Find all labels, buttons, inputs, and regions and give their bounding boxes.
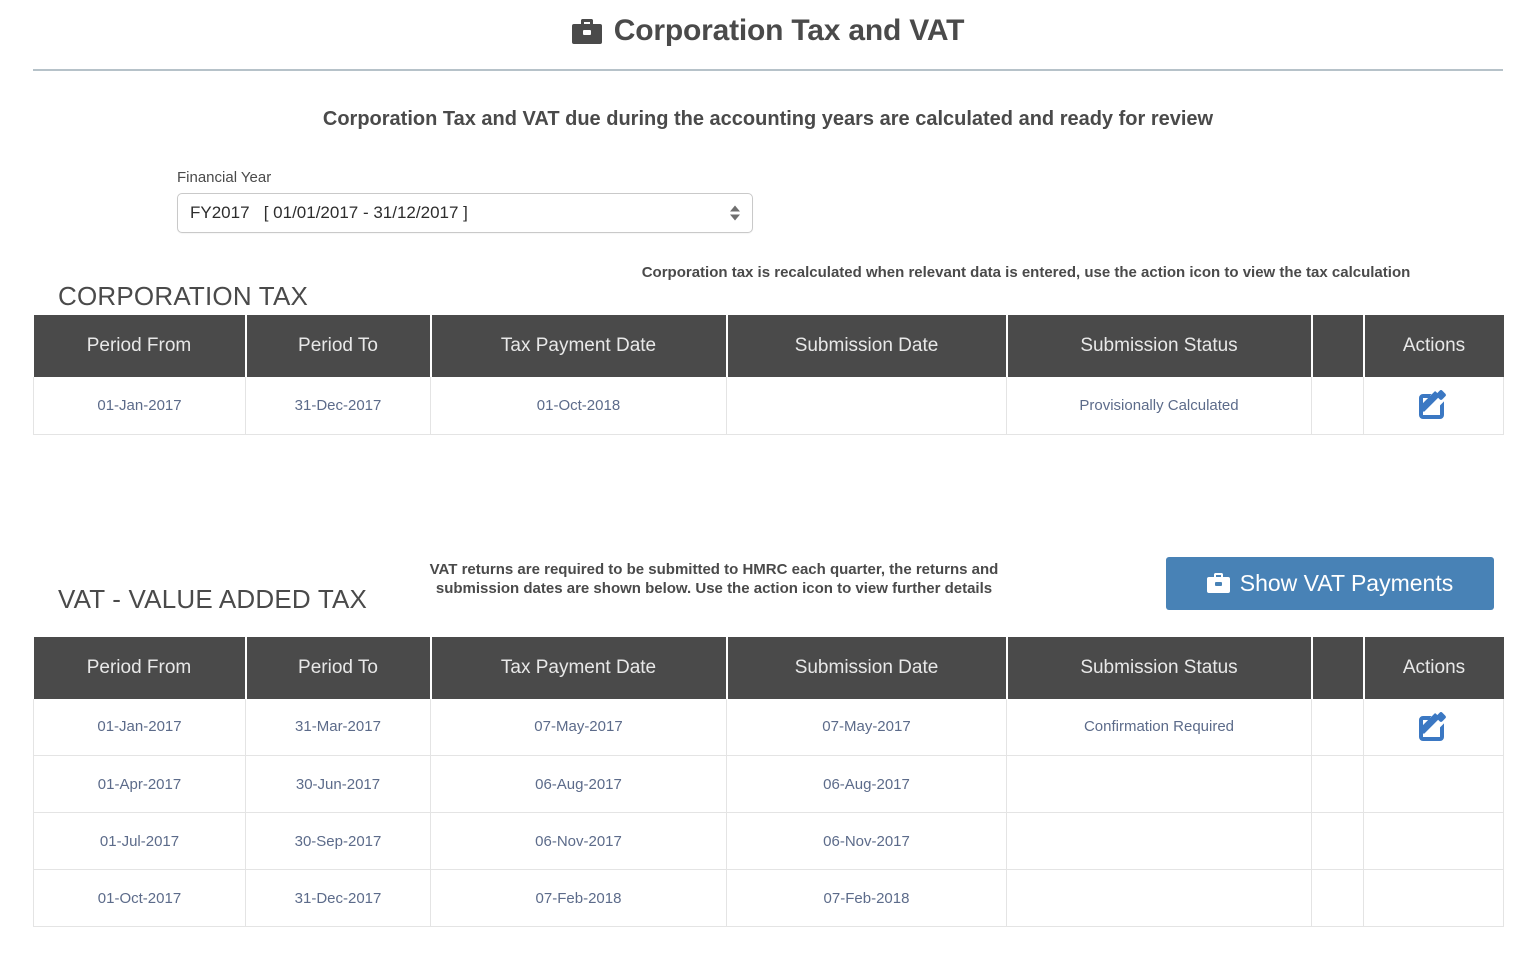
cell-submission-date: 06-Aug-2017 [726,755,1007,813]
cell-period-from: 01-Apr-2017 [33,755,246,813]
col-header-actions: Actions [1363,315,1504,377]
cell-spacer [1311,812,1364,870]
corporation-tax-title: CORPORATION TAX [58,281,309,311]
cell-submission-date: 06-Nov-2017 [726,812,1007,870]
page-title-text: Corporation Tax and VAT [613,14,965,47]
cell-actions [1363,869,1504,927]
cell-actions [1363,698,1504,756]
cell-period-to: 31-Dec-2017 [245,377,431,435]
cell-submission-status [1006,755,1312,813]
table-row: 01-Jan-2017 31-Dec-2017 01-Oct-2018 Prov… [33,377,1504,435]
edit-icon[interactable] [1418,709,1448,741]
stepper-arrows-icon[interactable] [730,205,740,221]
table-row: 01-Oct-2017 31-Dec-2017 07-Feb-2018 07-F… [33,869,1504,927]
cell-period-from: 01-Jan-2017 [33,698,246,756]
cell-spacer [1311,869,1364,927]
cell-tax-payment-date: 01-Oct-2018 [430,377,727,435]
cell-submission-status [1006,869,1312,927]
cell-submission-status: Provisionally Calculated [1006,377,1312,435]
financial-year-label: Financial Year [177,169,272,186]
cell-submission-date: 07-Feb-2018 [726,869,1007,927]
table-header-row: Period From Period To Tax Payment Date S… [33,315,1504,377]
show-vat-payments-label: Show VAT Payments [1239,569,1454,596]
cell-submission-date [726,377,1007,435]
col-header-spacer [1311,315,1365,377]
briefcase-icon [1206,573,1230,593]
cell-tax-payment-date: 07-May-2017 [430,698,727,756]
cell-actions [1363,755,1504,813]
financial-year-value: FY2017 [ 01/01/2017 - 31/12/2017 ] [190,203,468,222]
financial-year-block: Financial Year FY2017 [ 01/01/2017 - 31/… [177,169,753,233]
col-header-spacer [1311,636,1365,699]
cell-actions [1363,812,1504,870]
header-divider [33,69,1503,71]
show-vat-payments-button[interactable]: Show VAT Payments [1166,556,1494,610]
corporation-tax-note: Corporation tax is recalculated when rel… [641,264,1411,281]
cell-submission-status: Confirmation Required [1006,698,1312,756]
cell-tax-payment-date: 06-Nov-2017 [430,812,727,870]
cell-period-to: 31-Mar-2017 [245,698,431,756]
col-header-period-to: Period To [245,315,432,377]
cell-period-to: 30-Jun-2017 [245,755,431,813]
col-header-submission-status: Submission Status [1006,315,1313,377]
col-header-submission-date: Submission Date [726,315,1008,377]
edit-icon[interactable] [1418,387,1448,420]
cell-period-from: 01-Oct-2017 [33,869,246,927]
cell-actions [1363,377,1504,435]
cell-period-to: 31-Dec-2017 [245,869,431,927]
cell-spacer [1311,377,1364,435]
vat-header: VAT - VALUE ADDED TAX VAT returns are re… [33,527,1503,637]
vat-note: VAT returns are required to be submitted… [429,560,999,598]
col-header-submission-date: Submission Date [726,636,1008,699]
col-header-tax-payment-date: Tax Payment Date [430,315,728,377]
corporation-tax-table: Period From Period To Tax Payment Date S… [33,315,1504,435]
cell-tax-payment-date: 06-Aug-2017 [430,755,727,813]
col-header-period-from: Period From [33,315,247,377]
col-header-period-from: Period From [33,636,247,699]
table-row: 01-Jan-2017 31-Mar-2017 07-May-2017 07-M… [33,698,1504,756]
col-header-tax-payment-date: Tax Payment Date [430,636,728,699]
table-row: 01-Jul-2017 30-Sep-2017 06-Nov-2017 06-N… [33,812,1504,870]
corporation-tax-header: CORPORATION TAX Corporation tax is recal… [33,263,1503,315]
table-row: 01-Apr-2017 30-Jun-2017 06-Aug-2017 06-A… [33,755,1504,813]
financial-year-select[interactable]: FY2017 [ 01/01/2017 - 31/12/2017 ] [177,193,753,233]
intro-text: Corporation Tax and VAT due during the a… [322,108,1214,130]
cell-spacer [1311,755,1364,813]
cell-spacer [1311,698,1364,756]
table-header-row: Period From Period To Tax Payment Date S… [33,636,1504,699]
col-header-actions: Actions [1363,636,1504,699]
vat-title: VAT - VALUE ADDED TAX [58,583,368,614]
col-header-period-to: Period To [245,636,432,699]
page-header: Corporation Tax and VAT [0,0,1536,49]
page-root: Corporation Tax and VAT Corporation Tax … [0,0,1536,953]
vat-table: Period From Period To Tax Payment Date S… [33,636,1504,927]
cell-submission-date: 07-May-2017 [726,698,1007,756]
col-header-submission-status: Submission Status [1006,636,1313,699]
cell-tax-payment-date: 07-Feb-2018 [430,869,727,927]
cell-period-from: 01-Jul-2017 [33,812,246,870]
cell-submission-status [1006,812,1312,870]
page-title: Corporation Tax and VAT [571,13,965,49]
briefcase-icon [571,18,602,44]
vat-table-body: 01-Jan-2017 31-Mar-2017 07-May-2017 07-M… [33,698,1504,927]
cell-period-to: 30-Sep-2017 [245,812,431,870]
cell-period-from: 01-Jan-2017 [33,377,246,435]
